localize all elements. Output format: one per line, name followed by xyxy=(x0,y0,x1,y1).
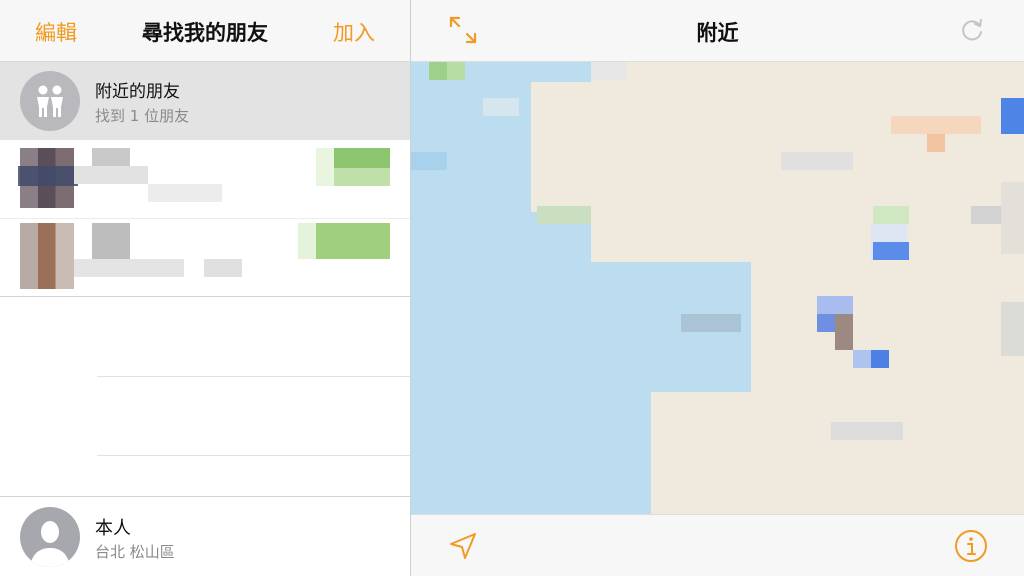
map-land xyxy=(741,262,1024,514)
map-tile xyxy=(891,116,981,134)
person-silhouette-icon xyxy=(20,507,80,567)
map-tile xyxy=(817,314,835,332)
map-tile xyxy=(873,242,909,260)
nearby-friends-row[interactable]: 附近的朋友 找到 1 位朋友 xyxy=(0,62,410,140)
friend-row-blurred[interactable] xyxy=(0,218,410,292)
list-separator xyxy=(97,455,410,456)
map-tile xyxy=(831,422,903,440)
map-title: 附近 xyxy=(696,21,739,45)
map-land xyxy=(651,392,771,514)
map-tile xyxy=(591,62,627,80)
map-toolbar xyxy=(411,514,1024,576)
add-button[interactable]: 加入 xyxy=(333,17,375,47)
location-arrow-icon[interactable] xyxy=(447,530,479,562)
map-nav-bar: 附近 xyxy=(411,0,1024,62)
self-location: 台北 松山區 xyxy=(95,543,175,561)
map-land xyxy=(531,82,621,212)
blurred-name-block xyxy=(74,259,184,277)
self-name: 本人 xyxy=(95,518,131,539)
blurred-status-block xyxy=(334,148,390,168)
map-tile xyxy=(411,152,447,170)
blurred-status-block xyxy=(316,223,390,259)
map-tile xyxy=(447,62,465,80)
blurred-name-block xyxy=(92,223,130,259)
nearby-friends-title: 附近的朋友 xyxy=(95,82,180,102)
friend-row-blurred[interactable] xyxy=(0,144,410,218)
map-tile xyxy=(681,314,741,332)
blurred-name-block xyxy=(18,166,78,186)
friends-list-panel: 編輯 尋找我的朋友 加入 附近的朋友 找到 1 位朋友 本人 台北 松山區 xyxy=(0,0,410,576)
blurred-name-block xyxy=(204,259,242,277)
left-nav-bar: 編輯 尋找我的朋友 加入 xyxy=(0,0,410,62)
people-icon xyxy=(20,71,80,131)
map-tile xyxy=(1001,98,1024,134)
blurred-status-block xyxy=(334,168,390,186)
self-row[interactable]: 本人 台北 松山區 xyxy=(0,496,410,576)
blurred-status-block xyxy=(298,223,316,259)
map-tile xyxy=(1001,302,1024,356)
nearby-friends-count: 找到 1 位朋友 xyxy=(95,107,190,125)
map-view[interactable] xyxy=(411,62,1024,514)
map-tile xyxy=(873,206,909,224)
info-icon[interactable] xyxy=(954,529,988,563)
map-tile xyxy=(483,98,519,116)
map-tile xyxy=(927,134,945,152)
blurred-name-block xyxy=(92,148,130,166)
list-separator xyxy=(0,296,410,297)
friend-avatar-blurred xyxy=(20,223,74,289)
blurred-name-block xyxy=(148,184,222,202)
list-separator xyxy=(97,376,410,377)
blurred-status-block xyxy=(316,148,334,186)
refresh-icon[interactable] xyxy=(958,16,986,44)
blurred-name-block xyxy=(74,166,148,184)
map-tile xyxy=(537,206,591,224)
map-tile xyxy=(871,350,889,368)
map-tile xyxy=(835,314,853,350)
map-tile xyxy=(1001,182,1024,254)
map-tile xyxy=(781,152,853,170)
map-tile xyxy=(429,62,447,80)
